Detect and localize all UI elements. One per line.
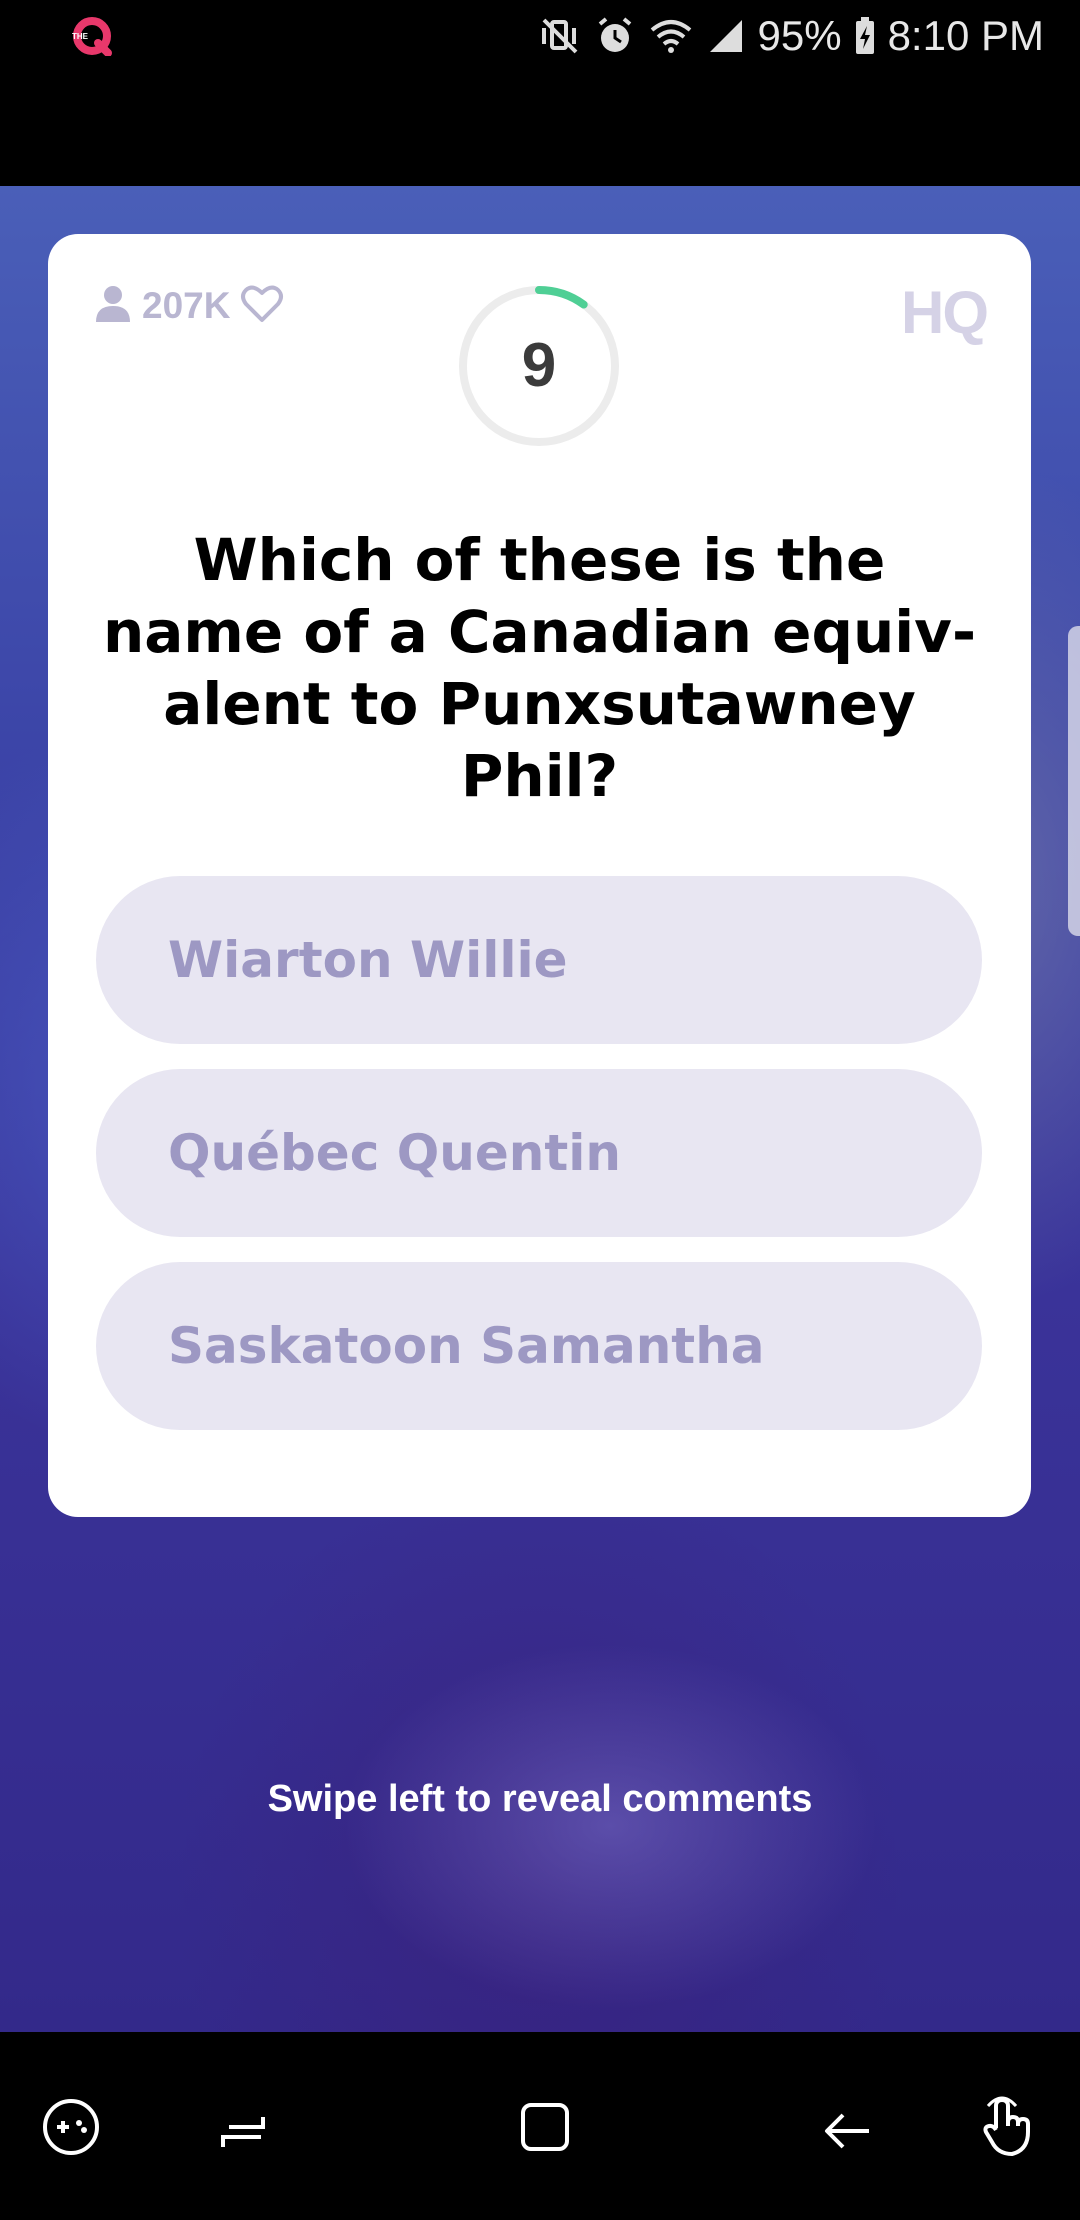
wifi-icon	[648, 16, 694, 56]
battery-charging-icon	[854, 16, 876, 56]
app-icon-small-text: THE	[72, 32, 89, 41]
battery-percent: 95%	[757, 12, 842, 59]
hq-trivia-app-icon: THE	[70, 16, 114, 57]
edge-panel-handle[interactable]	[1068, 626, 1080, 936]
status-bar: THE 95% 8:10 PM	[0, 0, 1080, 72]
heart-icon[interactable]	[240, 284, 284, 328]
answer-option-1[interactable]: Wiarton Willie	[96, 876, 982, 1044]
back-icon[interactable]	[802, 2082, 892, 2172]
live-video-background: 207K 9 HQ Which of these is the name of …	[0, 186, 1080, 2032]
timer-value: 9	[521, 331, 557, 400]
status-icons: 95% 8:10 PM	[538, 10, 1044, 62]
countdown-timer: 9	[457, 284, 621, 448]
answer-label: Saskatoon Samantha	[168, 1317, 765, 1375]
signal-icon	[706, 16, 746, 56]
recent-apps-icon[interactable]	[198, 2082, 288, 2172]
answer-option-3[interactable]: Saskatoon Samantha	[96, 1262, 982, 1430]
video-letterbox	[0, 72, 1080, 186]
navigation-bar	[0, 2032, 1080, 2220]
answer-option-2[interactable]: Québec Quentin	[96, 1069, 982, 1237]
game-tools-icon[interactable]	[26, 2082, 116, 2172]
question-card: 207K 9 HQ Which of these is the name of …	[48, 234, 1031, 1517]
answer-label: Québec Quentin	[168, 1124, 622, 1182]
touch-gesture-icon[interactable]	[964, 2082, 1054, 2172]
user-icon	[94, 284, 132, 328]
home-icon[interactable]	[500, 2082, 590, 2172]
swipe-hint: Swipe left to reveal comments	[267, 1778, 813, 1820]
viewer-count: 207K	[142, 285, 231, 326]
viewer-info: 207K	[94, 284, 284, 328]
hq-logo: HQ	[901, 279, 989, 346]
question-text: Which of these is the name of a Canadian…	[102, 526, 977, 810]
vibrate-icon	[538, 16, 582, 56]
alarm-icon	[594, 16, 636, 56]
clock-time: 8:10 PM	[887, 12, 1044, 59]
answer-label: Wiarton Willie	[168, 931, 568, 989]
